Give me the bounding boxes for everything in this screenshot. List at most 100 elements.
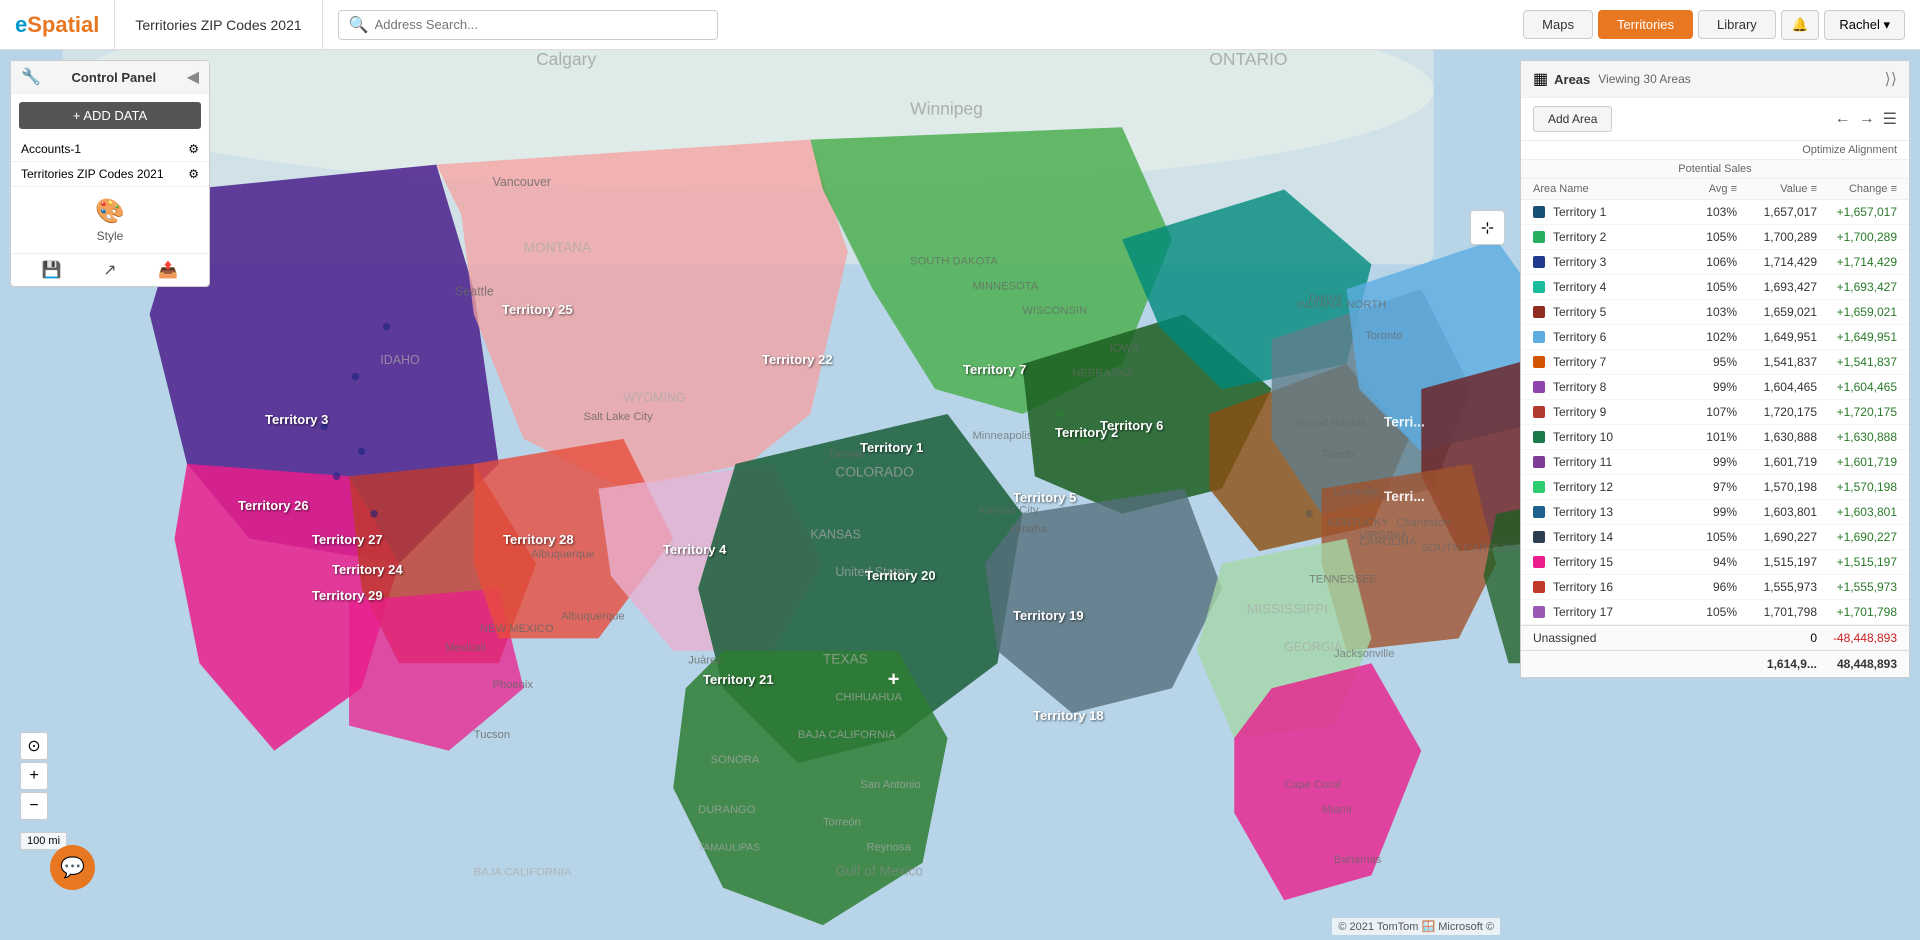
col-headers: Area Name Avg ≡ Value ≡ Change ≡ <box>1521 179 1909 200</box>
territory-value: 1,700,289 <box>1737 230 1817 244</box>
territory-change: +1,630,888 <box>1817 430 1897 444</box>
add-area-button[interactable]: Add Area <box>1533 106 1612 132</box>
wrench-icon: 🔧 <box>21 67 41 87</box>
style-label: Style <box>97 229 124 243</box>
territory-name: Territory 15 <box>1553 555 1677 569</box>
svg-text:NEW MEXICO: NEW MEXICO <box>480 623 554 635</box>
maps-button[interactable]: Maps <box>1523 10 1593 39</box>
menu-icon[interactable]: ☰ <box>1883 109 1897 129</box>
page-title: Territories ZIP Codes 2021 <box>115 0 322 49</box>
territory-color-swatch <box>1533 381 1545 393</box>
territory-row[interactable]: Territory 5 103% 1,659,021 +1,659,021 <box>1521 300 1909 325</box>
nav-right: Maps Territories Library 🔔 Rachel ▾ <box>1523 10 1920 40</box>
svg-text:Bahamas: Bahamas <box>1334 854 1382 866</box>
territory-avg: 97% <box>1677 480 1737 494</box>
zoom-reset-button[interactable]: ⊙ <box>20 732 48 760</box>
territory-row[interactable]: Territory 6 102% 1,649,951 +1,649,951 <box>1521 325 1909 350</box>
territory-row[interactable]: Territory 13 99% 1,603,801 +1,603,801 <box>1521 500 1909 525</box>
logo-e: e <box>15 12 27 38</box>
territory-avg: 105% <box>1677 605 1737 619</box>
rp-footer: 1,614,9... 48,448,893 <box>1521 650 1909 677</box>
territory-name: Territory 1 <box>1553 205 1677 219</box>
territory-row[interactable]: Territory 8 99% 1,604,465 +1,604,465 <box>1521 375 1909 400</box>
layer-settings-icon[interactable]: ⚙ <box>188 142 199 156</box>
svg-text:MINNESOTA: MINNESOTA <box>972 280 1038 292</box>
library-button[interactable]: Library <box>1698 10 1776 39</box>
territory-row[interactable]: Territory 1 103% 1,657,017 +1,657,017 <box>1521 200 1909 225</box>
territory-avg: 107% <box>1677 405 1737 419</box>
territory-name: Territory 6 <box>1553 330 1677 344</box>
territory-value: 1,720,175 <box>1737 405 1817 419</box>
search-input[interactable] <box>375 17 707 32</box>
svg-text:United States: United States <box>835 565 910 579</box>
territory-row[interactable]: Territory 11 99% 1,601,719 +1,601,719 <box>1521 450 1909 475</box>
territory-row[interactable]: Territory 17 105% 1,701,798 +1,701,798 <box>1521 600 1909 625</box>
col-avg[interactable]: Avg ≡ <box>1677 183 1737 195</box>
territory-name: Territory 16 <box>1553 580 1677 594</box>
notification-button[interactable]: 🔔 <box>1781 10 1820 40</box>
svg-text:NEBRASKA: NEBRASKA <box>1072 368 1134 380</box>
territory-color-swatch <box>1533 331 1545 343</box>
rp-subtitle: Viewing 30 Areas <box>1598 72 1691 86</box>
territory-row[interactable]: Territory 9 107% 1,720,175 +1,720,175 <box>1521 400 1909 425</box>
territory-name: Territory 11 <box>1553 455 1677 469</box>
layer-settings-icon-2[interactable]: ⚙ <box>188 167 199 181</box>
territory-color-swatch <box>1533 406 1545 418</box>
logo-area: eSpatial <box>0 0 115 49</box>
territory-change: +1,603,801 <box>1817 505 1897 519</box>
zoom-out-button[interactable]: − <box>20 792 48 820</box>
col-change[interactable]: Change ≡ <box>1817 183 1897 195</box>
territory-row[interactable]: Territory 2 105% 1,700,289 +1,700,289 <box>1521 225 1909 250</box>
cp-collapse-button[interactable]: ◀ <box>187 67 199 87</box>
svg-text:MISSISSIPPI: MISSISSIPPI <box>1247 601 1328 616</box>
territory-change: +1,690,227 <box>1817 530 1897 544</box>
territory-row[interactable]: Territory 10 101% 1,630,888 +1,630,888 <box>1521 425 1909 450</box>
territory-row[interactable]: Territory 7 95% 1,541,837 +1,541,837 <box>1521 350 1909 375</box>
svg-text:Calgary: Calgary <box>536 50 596 69</box>
search-bar[interactable]: 🔍 <box>338 10 718 40</box>
svg-text:Denver: Denver <box>829 449 865 461</box>
chat-button[interactable]: 💬 <box>50 845 95 890</box>
footer-avg: 1,614,9... <box>1767 657 1817 671</box>
territory-row[interactable]: Territory 12 97% 1,570,198 +1,570,198 <box>1521 475 1909 500</box>
territory-avg: 105% <box>1677 530 1737 544</box>
svg-text:CAROLINA: CAROLINA <box>1359 536 1417 548</box>
save-icon[interactable]: 💾 <box>42 260 62 280</box>
svg-text:IDAHO: IDAHO <box>380 353 420 367</box>
forward-icon[interactable]: → <box>1859 110 1875 128</box>
map-copyright: © 2021 TomTom 🪟 Microsoft © <box>1332 918 1500 935</box>
rp-expand-icon[interactable]: ⟩⟩ <box>1885 69 1897 89</box>
svg-text:+: + <box>888 669 900 691</box>
territory-name: Territory 14 <box>1553 530 1677 544</box>
zoom-in-button[interactable]: + <box>20 762 48 790</box>
share-icon[interactable]: ↗ <box>103 260 116 280</box>
export-icon[interactable]: 📤 <box>158 260 178 280</box>
territory-avg: 99% <box>1677 505 1737 519</box>
svg-text:TENNESSEE: TENNESSEE <box>1309 573 1377 585</box>
territory-value: 1,693,427 <box>1737 280 1817 294</box>
territory-row[interactable]: Territory 14 105% 1,690,227 +1,690,227 <box>1521 525 1909 550</box>
user-button[interactable]: Rachel ▾ <box>1824 10 1905 40</box>
add-data-button[interactable]: + ADD DATA <box>19 102 201 129</box>
territory-change: +1,720,175 <box>1817 405 1897 419</box>
territory-row[interactable]: Territory 4 105% 1,693,427 +1,693,427 <box>1521 275 1909 300</box>
layer-row-territories: Territories ZIP Codes 2021 ⚙ <box>11 162 209 187</box>
svg-text:Winnipeg: Winnipeg <box>910 99 983 119</box>
col-value[interactable]: Value ≡ <box>1737 183 1817 195</box>
cp-toolbar: 💾 ↗ 📤 <box>11 253 209 286</box>
territory-name: Territory 17 <box>1553 605 1677 619</box>
svg-text:Grand Rapids: Grand Rapids <box>1297 417 1367 429</box>
territory-value: 1,649,951 <box>1737 330 1817 344</box>
territory-row[interactable]: Territory 15 94% 1,515,197 +1,515,197 <box>1521 550 1909 575</box>
selection-icon: ⊹ <box>1481 218 1494 238</box>
territory-row[interactable]: Territory 3 106% 1,714,429 +1,714,429 <box>1521 250 1909 275</box>
svg-text:COLORADO: COLORADO <box>835 464 913 479</box>
right-panel: ▦ Areas Viewing 30 Areas ⟩⟩ Add Area ← →… <box>1520 60 1910 678</box>
unassigned-name: Unassigned <box>1533 631 1757 645</box>
back-icon[interactable]: ← <box>1835 110 1851 128</box>
territory-row[interactable]: Territory 16 96% 1,555,973 +1,555,973 <box>1521 575 1909 600</box>
territories-button[interactable]: Territories <box>1598 10 1693 39</box>
map-selection-tool[interactable]: ⊹ <box>1470 210 1505 245</box>
optimize-link[interactable]: Optimize Alignment <box>1521 141 1909 160</box>
svg-text:Seattle: Seattle <box>455 285 494 299</box>
